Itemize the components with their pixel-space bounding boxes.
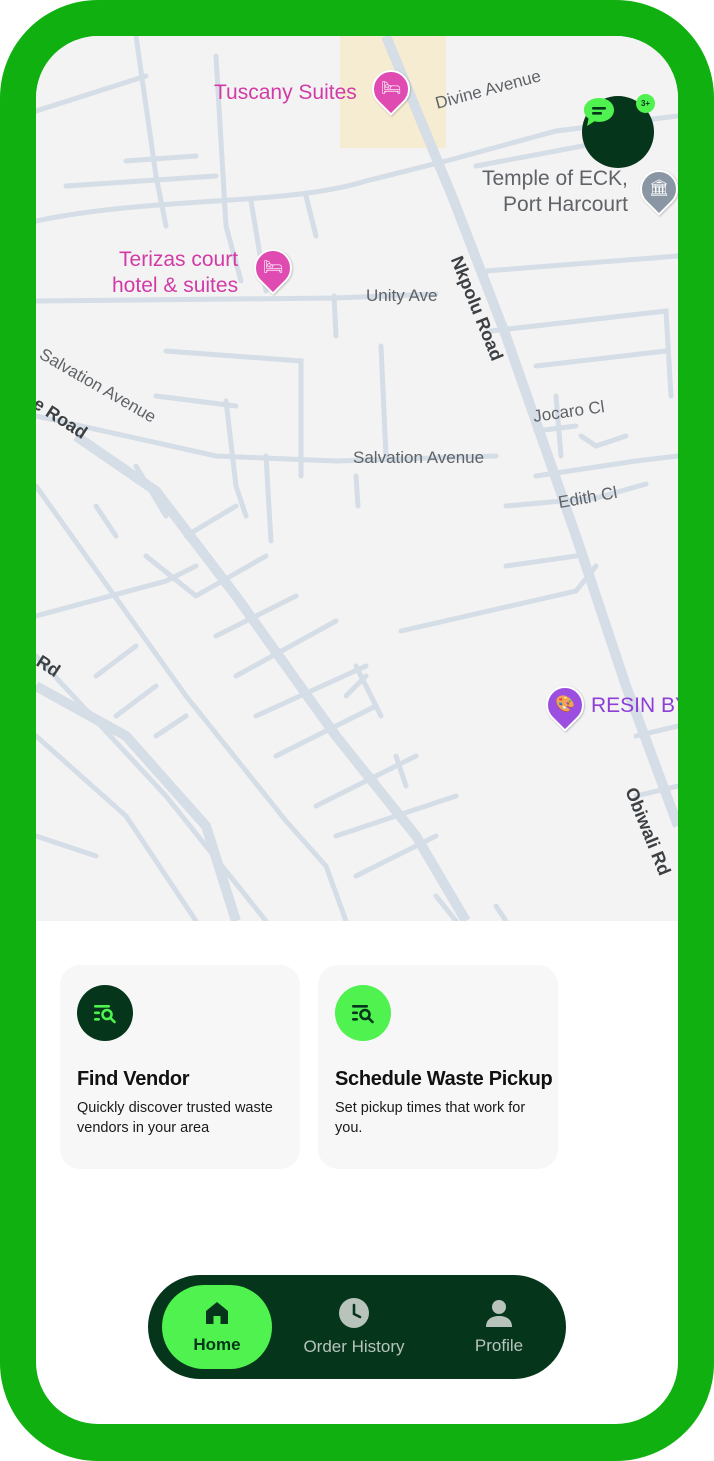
chat-notification-badge: 3+ bbox=[636, 94, 655, 113]
nav-order-history-label: Order History bbox=[303, 1337, 405, 1356]
poi-label-resin[interactable]: RESIN BY bbox=[591, 694, 678, 718]
chat-bubble-icon bbox=[584, 98, 614, 126]
card-description: Quickly discover trusted waste vendors i… bbox=[77, 1100, 273, 1136]
map-view[interactable]: Tuscany Suites 🛏 Terizas court hotel & s… bbox=[36, 36, 678, 921]
find-vendor-icon-circle bbox=[77, 985, 133, 1041]
nav-home[interactable]: Home bbox=[162, 1285, 272, 1369]
search-list-icon bbox=[352, 1005, 374, 1024]
card-title: Find Vendor bbox=[77, 1068, 190, 1090]
poi-label-terizas[interactable]: Terizas court hotel & suites bbox=[112, 247, 238, 299]
app-screen: Tuscany Suites 🛏 Terizas court hotel & s… bbox=[36, 36, 678, 1424]
clock-icon bbox=[339, 1298, 369, 1328]
street-label-unity: Unity Ave bbox=[366, 286, 438, 305]
nav-profile-label: Profile bbox=[474, 1336, 524, 1355]
poi-label-tuscany[interactable]: Tuscany Suites bbox=[214, 80, 357, 106]
nav-profile[interactable]: Profile bbox=[444, 1285, 554, 1369]
schedule-pickup-card[interactable]: Schedule Waste Pickup Set pickup times t… bbox=[318, 965, 558, 1169]
card-description: Set pickup times that work for you. bbox=[335, 1100, 526, 1136]
nav-order-history[interactable]: Order History bbox=[288, 1285, 420, 1369]
nav-home-label: Home bbox=[193, 1335, 241, 1354]
search-list-icon bbox=[94, 1005, 116, 1024]
poi-label-terizas-line2: hotel & suites bbox=[112, 274, 239, 297]
home-icon bbox=[206, 1302, 228, 1324]
poi-label-temple-line1: Temple of ECK, bbox=[482, 167, 628, 190]
card-title: Schedule Waste Pickup bbox=[335, 1068, 553, 1090]
schedule-pickup-icon-circle bbox=[335, 985, 391, 1041]
bottom-navigation: Home Order History Profile bbox=[148, 1275, 566, 1379]
poi-label-terizas-line1: Terizas court bbox=[119, 248, 239, 271]
user-icon bbox=[486, 1300, 512, 1327]
find-vendor-card[interactable]: Find Vendor Quickly discover trusted was… bbox=[60, 965, 300, 1169]
street-label-salvation: Salvation Avenue bbox=[353, 448, 485, 467]
poi-label-temple-line2: Port Harcourt bbox=[503, 193, 628, 216]
poi-label-temple[interactable]: Temple of ECK, Port Harcourt bbox=[482, 166, 628, 218]
